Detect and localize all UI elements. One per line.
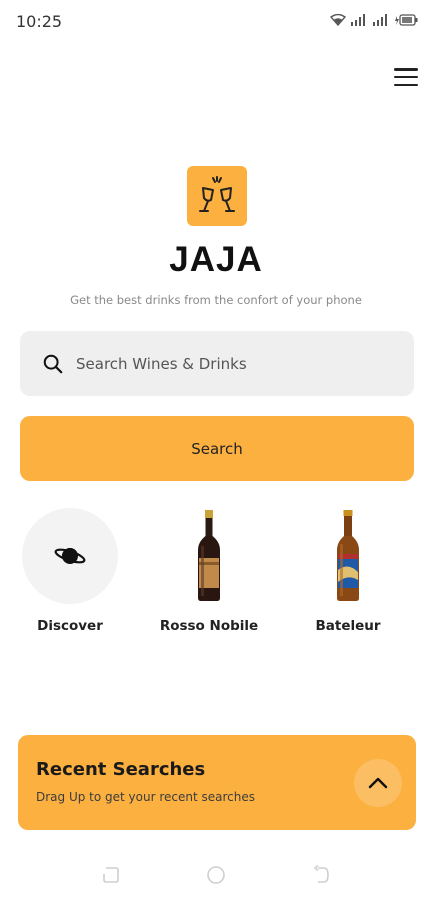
system-nav-bar [0,850,432,900]
app-title: JAJA [169,240,263,279]
planet-icon [54,548,86,564]
chevron-up-icon [368,777,388,789]
wine-bottle-image [161,508,257,604]
recent-searches-subtitle: Drag Up to get your recent searches [36,790,256,804]
category-rosso-nobile[interactable]: Rosso Nobile [154,508,264,634]
app-logo [187,166,247,226]
toast-glasses-icon [199,176,235,212]
signal-icon [373,14,387,26]
search-icon [43,354,63,373]
category-bateleur[interactable]: Bateleur [293,508,403,634]
recents-icon[interactable] [100,864,122,886]
category-label: Discover [37,618,103,634]
hamburger-menu-icon[interactable] [394,66,418,88]
status-bar: 10:25 [0,0,432,44]
search-input[interactable] [76,354,376,373]
beer-bottle-image [300,508,396,604]
expand-recent-button[interactable] [354,759,402,807]
app-subtitle: Get the best drinks from the confort of … [70,293,362,307]
category-label: Rosso Nobile [159,618,259,634]
discover-circle [22,508,118,604]
signal-icon [351,14,365,26]
search-bar[interactable] [20,331,414,396]
recent-searches-title: Recent Searches [36,759,206,780]
recent-searches-panel[interactable]: Recent Searches Drag Up to get your rece… [18,735,416,830]
back-icon[interactable] [310,864,332,886]
home-icon[interactable] [205,864,227,886]
wifi-icon [330,14,346,26]
category-discover[interactable]: Discover [15,508,125,634]
category-label: Bateleur [315,618,381,634]
battery-icon [395,14,418,26]
status-icons [330,14,418,26]
status-time: 10:25 [16,12,63,31]
search-button[interactable]: Search [20,416,414,481]
